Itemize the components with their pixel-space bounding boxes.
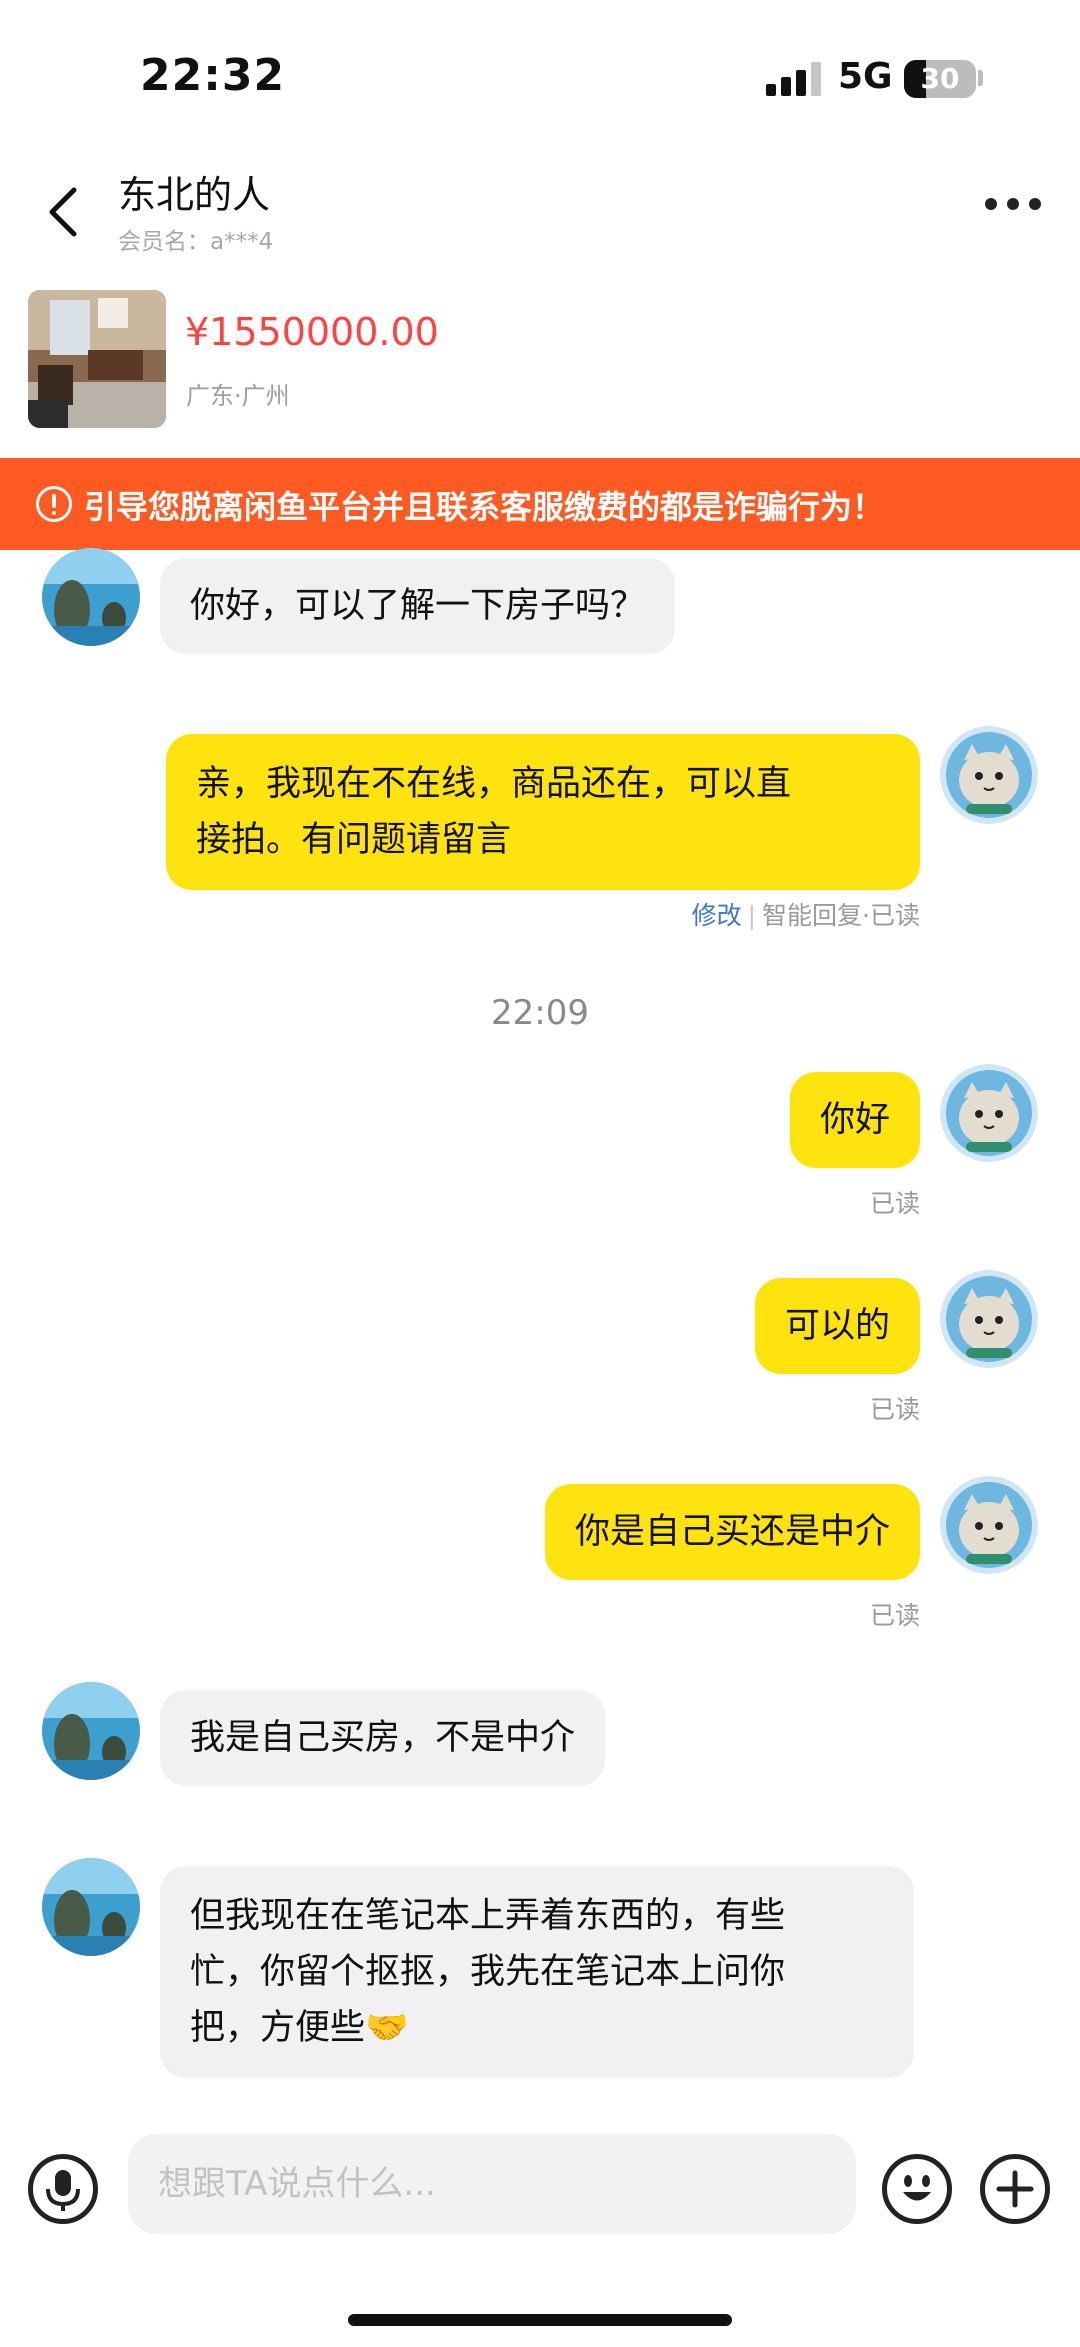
message-bubble-outgoing[interactable]: 可以的 — [754, 1278, 920, 1374]
message-bubble-incoming[interactable]: 但我现在在笔记本上弄着东西的，有些 忙，你留个抠抠，我先在笔记本上问你 把，方便… — [160, 1866, 914, 2078]
message-line: 接拍。有问题请留言 — [196, 820, 512, 860]
message-line: 但我现在在笔记本上弄着东西的，有些 — [190, 1896, 786, 1936]
member-name: 会员名：a***4 — [118, 229, 274, 255]
chat-screen: 22:32 5G 30 东北的人 会员名：a***4 ¥1550000.00 广… — [0, 0, 1080, 2347]
network-type: 5G — [838, 56, 893, 97]
battery-icon: 30 — [904, 60, 976, 98]
message-line: 亲，我现在不在线，商品还在，可以直 — [196, 764, 792, 804]
contact-avatar[interactable] — [42, 548, 140, 646]
message-bubble-incoming[interactable]: 你好，可以了解一下房子吗？ — [160, 558, 676, 654]
my-avatar[interactable] — [940, 726, 1038, 824]
time-divider: 22:09 — [491, 993, 589, 1033]
message-line: 把，方便些🤝 — [190, 2008, 409, 2048]
message-bubble-outgoing[interactable]: 你好 — [789, 1072, 920, 1168]
chat-header: 东北的人 会员名：a***4 — [0, 150, 1080, 280]
message-bubble-outgoing[interactable]: 你是自己买还是中介 — [544, 1484, 920, 1580]
home-indicator[interactable] — [348, 2314, 732, 2326]
my-avatar[interactable] — [940, 1270, 1038, 1368]
message-bubble-outgoing[interactable]: 亲，我现在不在线，商品还在，可以直 接拍。有问题请留言 — [166, 734, 920, 890]
read-status: 已读 — [869, 1601, 920, 1630]
cellular-signal-icon — [766, 62, 824, 96]
my-avatar[interactable] — [940, 1476, 1038, 1574]
read-status: 已读 — [869, 1189, 920, 1218]
chat-title: 东北的人 — [118, 173, 271, 217]
emoji-button[interactable] — [882, 2154, 952, 2224]
chat-input-bar — [0, 2120, 1080, 2250]
auto-reply-label: 智能回复 — [762, 901, 863, 930]
add-attachment-button[interactable] — [980, 2154, 1050, 2224]
contact-avatar[interactable] — [42, 1682, 140, 1780]
plus-icon — [996, 2170, 1034, 2208]
product-price: ¥1550000.00 — [185, 310, 439, 354]
read-status: 已读 — [869, 901, 920, 930]
voice-input-button[interactable] — [28, 2154, 98, 2224]
message-input[interactable] — [128, 2134, 856, 2234]
microphone-icon — [46, 2170, 80, 2211]
more-options-icon[interactable] — [985, 198, 1045, 214]
fraud-warning-banner: 引导您脱离闲鱼平台并且联系客服缴费的都是诈骗行为！ — [0, 458, 1080, 550]
status-time: 22:32 — [140, 50, 286, 101]
my-avatar[interactable] — [940, 1064, 1038, 1162]
edit-auto-reply-link[interactable]: 修改 — [692, 901, 742, 930]
smiley-icon — [903, 2175, 931, 2201]
status-bar: 22:32 5G 30 — [0, 0, 1080, 150]
battery-level: 30 — [920, 62, 960, 95]
read-status: 已读 — [869, 1395, 920, 1424]
alert-icon — [36, 486, 72, 522]
message-line: 忙，你留个抠抠，我先在笔记本上问你 — [190, 1952, 786, 1992]
product-thumbnail[interactable] — [28, 290, 166, 428]
contact-avatar[interactable] — [42, 1858, 140, 1956]
battery-cap — [978, 70, 983, 86]
product-card[interactable]: ¥1550000.00 广东·广州 — [0, 280, 1080, 458]
message-bubble-incoming[interactable]: 我是自己买房，不是中介 — [160, 1690, 606, 1786]
product-location: 广东·广州 — [186, 382, 290, 410]
fraud-warning-text: 引导您脱离闲鱼平台并且联系客服缴费的都是诈骗行为！ — [84, 488, 885, 526]
back-arrow-icon[interactable] — [44, 182, 84, 242]
message-meta: 修改 | 智能回复·已读 — [691, 901, 920, 930]
meta-separator: | — [747, 901, 757, 930]
